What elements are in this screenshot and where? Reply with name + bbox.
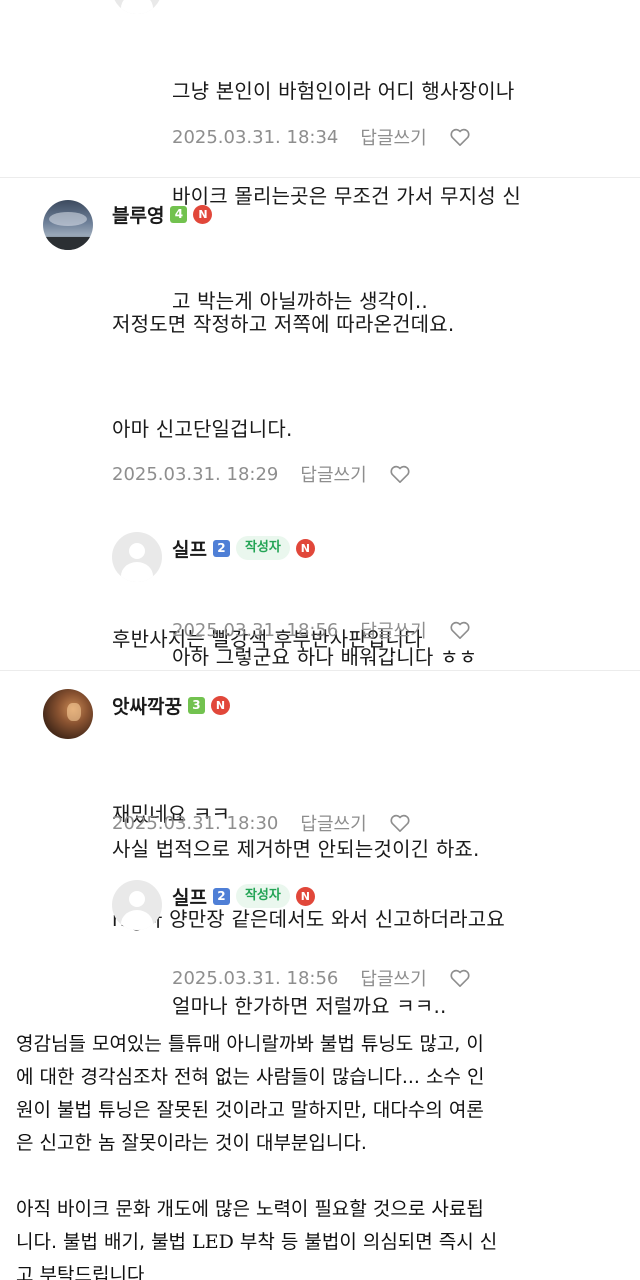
article-line: 아직 바이크 문화 개도에 많은 노력이 필요할 것으로 사료됩 (16, 1198, 484, 1220)
article-line: 니다. 불법 배기, 불법 LED 부착 등 불법이 의심되면 즉시 신 (16, 1231, 498, 1253)
reply-comment-item: 실프 2 작성자 N 얼마나 한가하면 저럴까요 ㅋㅋ.. 2025.03.31… (0, 870, 640, 1018)
reply-button[interactable]: 답글쓰기 (300, 810, 366, 836)
level-badge: 4 (170, 205, 188, 223)
comment-author: 실프 2 작성자 N (172, 882, 315, 910)
comment-item: 그냥 본인이 바험인이라 어디 행사장이나 바이크 몰리는곳은 무조건 가서 무… (0, 0, 640, 313)
heart-icon[interactable] (449, 127, 471, 147)
avatar[interactable] (112, 532, 162, 582)
article-line: 원이 불법 튜닝은 잘못된 것이라고 말하지만, 대다수의 여론 (16, 1099, 484, 1121)
reply-comment-item: 실프 2 작성자 N 아하 그렇군요 하나 배워갑니다 ㅎㅎ 2025.03.3… (0, 520, 640, 670)
comment-footer: 2025.03.31. 18:56 답글쓰기 (172, 617, 471, 643)
comment-author: 실프 2 작성자 N (172, 534, 315, 562)
heart-icon[interactable] (389, 813, 411, 833)
writer-badge: 작성자 (235, 884, 290, 908)
new-badge: N (295, 886, 315, 906)
level-badge: 2 (212, 539, 230, 557)
comment-item: 앗싸깍꿍 3 N 재밌네요 ㅋㅋ rsg나 양만장 같은데서도 와서 신고하더라… (0, 671, 640, 931)
new-badge: N (210, 695, 230, 715)
reply-button[interactable]: 답글쓰기 (360, 124, 426, 150)
comment-date: 2025.03.31. 18:30 (112, 812, 279, 834)
avatar[interactable] (43, 200, 93, 250)
nickname[interactable]: 블루영 (112, 201, 164, 228)
comment-author: 앗싸깍꿍 3 N (112, 691, 230, 719)
nickname[interactable]: 실프 (172, 535, 207, 562)
article-line: 영감님들 모여있는 틀튜매 아니랄까봐 불법 튜닝도 많고, 이 (16, 1033, 484, 1055)
avatar[interactable] (112, 0, 162, 14)
comment-date: 2025.03.31. 18:56 (172, 619, 339, 641)
level-badge: 2 (212, 887, 230, 905)
comment-footer: 2025.03.31. 18:56 답글쓰기 (172, 965, 471, 991)
new-badge: N (193, 204, 213, 224)
comment-date: 2025.03.31. 18:29 (112, 463, 279, 485)
comment-item: 블루영 4 N 저정도면 작정하고 저쪽에 따라온건데요. 아마 신고단일겁니다… (0, 178, 640, 861)
new-badge: N (295, 538, 315, 558)
article-line: 에 대한 경각심조차 전혀 없는 사람들이 많습니다... 소수 인 (16, 1066, 485, 1088)
heart-icon[interactable] (389, 464, 411, 484)
reply-button[interactable]: 답글쓰기 (360, 965, 426, 991)
level-badge: 3 (187, 696, 205, 714)
heart-icon[interactable] (449, 968, 471, 988)
comment-footer: 2025.03.31. 18:30 답글쓰기 (112, 810, 411, 836)
avatar[interactable] (43, 689, 93, 739)
heart-icon[interactable] (449, 620, 471, 640)
reply-button[interactable]: 답글쓰기 (300, 461, 366, 487)
nickname[interactable]: 실프 (172, 883, 207, 910)
nickname[interactable]: 앗싸깍꿍 (112, 692, 182, 719)
comment-date: 2025.03.31. 18:34 (172, 126, 339, 148)
comment-author: 블루영 4 N (112, 200, 213, 228)
avatar[interactable] (112, 880, 162, 930)
article-line: 은 신고한 놈 잘못이라는 것이 대부분입니다. (16, 1132, 367, 1154)
reply-button[interactable]: 답글쓰기 (360, 617, 426, 643)
comment-footer: 2025.03.31. 18:34 답글쓰기 (172, 124, 471, 150)
comment-date: 2025.03.31. 18:56 (172, 967, 339, 989)
comment-footer: 2025.03.31. 18:29 답글쓰기 (112, 461, 411, 487)
article-line: 고 부탁드립니다 (16, 1264, 145, 1280)
led-text: LED (192, 1231, 234, 1253)
writer-badge: 작성자 (235, 536, 290, 560)
article-body: 영감님들 모여있는 틀튜매 아니랄까봐 불법 튜닝도 많고, 이 에 대한 경각… (16, 1028, 636, 1280)
